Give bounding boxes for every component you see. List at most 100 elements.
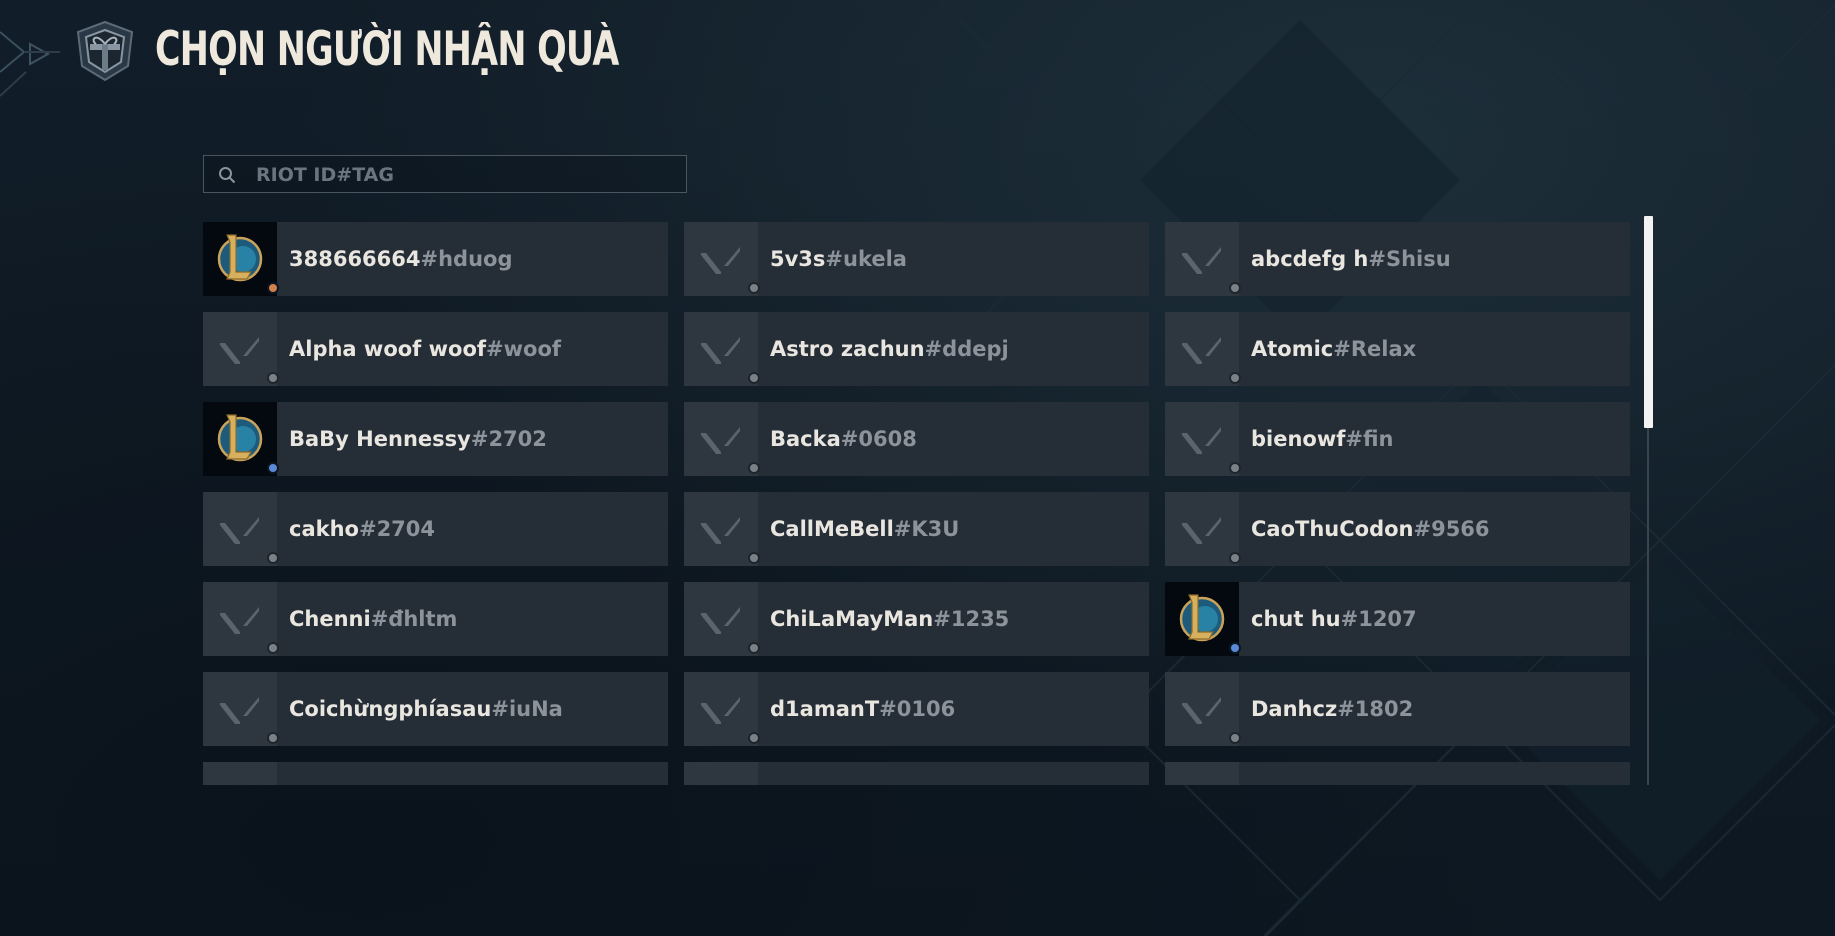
friend-card[interactable]: Backa#0608 <box>684 402 1149 476</box>
valorant-icon <box>701 247 740 274</box>
game-name: chut hu <box>1251 607 1341 631</box>
game-name: Backa <box>770 427 841 451</box>
status-indicator <box>1229 732 1241 744</box>
tag-line: #2702 <box>470 427 547 451</box>
avatar <box>203 762 277 785</box>
tag-line: #K3U <box>893 517 960 541</box>
avatar <box>684 312 758 386</box>
scrollbar[interactable] <box>1643 216 1654 785</box>
friend-card[interactable]: Astro zachun#ddepj <box>684 312 1149 386</box>
friend-name: Atomic#Relax <box>1251 312 1416 386</box>
friend-card[interactable] <box>684 762 1149 785</box>
header: CHỌN NGƯỜI NHẬN QUÀ <box>0 0 900 110</box>
page-title: CHỌN NGƯỜI NHẬN QUÀ <box>155 22 619 77</box>
league-of-legends-icon <box>217 414 263 462</box>
friend-card[interactable]: 5v3s#ukela <box>684 222 1149 296</box>
tag-line: #ukela <box>825 247 907 271</box>
valorant-icon <box>220 337 259 364</box>
friend-name: 388666664#hduog <box>289 222 513 296</box>
game-name: BaBy Hennessy <box>289 427 471 451</box>
status-indicator <box>1229 462 1241 474</box>
game-name: Coichừngphíasau <box>289 697 492 721</box>
game-name: bienowf <box>1251 427 1346 451</box>
valorant-icon <box>701 697 740 724</box>
game-name: 5v3s <box>770 247 826 271</box>
game-name: cakho <box>289 517 359 541</box>
avatar <box>1165 672 1239 746</box>
friend-name: Astro zachun#ddepj <box>770 312 1009 386</box>
tag-line: #0608 <box>840 427 917 451</box>
avatar <box>684 672 758 746</box>
friend-card[interactable]: Danhcz#1802 <box>1165 672 1630 746</box>
back-button[interactable] <box>0 22 62 102</box>
friend-card[interactable]: BaBy Hennessy#2702 <box>203 402 668 476</box>
game-name: ChiLaMayMan <box>770 607 934 631</box>
tag-line: #hduog <box>420 247 513 271</box>
avatar <box>1165 492 1239 566</box>
friend-name: BaBy Hennessy#2702 <box>289 402 547 476</box>
scroll-thumb[interactable] <box>1644 216 1653 428</box>
tag-line: #iuNa <box>491 697 563 721</box>
friend-card[interactable]: Chenni#đhltm <box>203 582 668 656</box>
tag-line: #đhltm <box>370 607 458 631</box>
game-name: 388666664 <box>289 247 421 271</box>
status-indicator <box>748 552 760 564</box>
avatar <box>684 222 758 296</box>
valorant-icon <box>220 607 259 634</box>
avatar <box>203 312 277 386</box>
valorant-icon <box>701 607 740 634</box>
avatar <box>1165 762 1239 785</box>
friend-card[interactable]: bienowf#fin <box>1165 402 1630 476</box>
game-name: Atomic <box>1251 337 1334 361</box>
status-indicator <box>748 282 760 294</box>
friend-name: Chenni#đhltm <box>289 582 457 656</box>
search-box[interactable] <box>203 155 687 194</box>
friend-card[interactable]: d1amanT#0106 <box>684 672 1149 746</box>
avatar <box>684 762 758 785</box>
tag-line: #9566 <box>1413 517 1490 541</box>
status-indicator <box>267 552 279 564</box>
chevron-left-icon <box>0 31 60 97</box>
friend-name: CallMeBell#K3U <box>770 492 959 566</box>
friend-card[interactable]: cakho#2704 <box>203 492 668 566</box>
avatar <box>1165 582 1239 656</box>
friend-card[interactable]: CallMeBell#K3U <box>684 492 1149 566</box>
friend-card[interactable] <box>1165 762 1630 785</box>
valorant-icon <box>220 697 259 724</box>
avatar <box>684 492 758 566</box>
tag-line: #1207 <box>1340 607 1417 631</box>
valorant-icon <box>203 762 277 785</box>
status-indicator <box>748 372 760 384</box>
friend-name: bienowf#fin <box>1251 402 1394 476</box>
status-indicator <box>1229 552 1241 564</box>
game-name: d1amanT <box>770 697 880 721</box>
game-name: Chenni <box>289 607 371 631</box>
friend-card[interactable]: 388666664#hduog <box>203 222 668 296</box>
game-name: Danhcz <box>1251 697 1338 721</box>
search-icon <box>219 167 236 184</box>
valorant-icon <box>701 517 740 544</box>
game-name: Alpha woof woof <box>289 337 487 361</box>
friend-card[interactable]: Atomic#Relax <box>1165 312 1630 386</box>
friend-name: Coichừngphíasau#iuNa <box>289 672 563 746</box>
friend-card[interactable]: ChiLaMayMan#1235 <box>684 582 1149 656</box>
valorant-icon <box>701 337 740 364</box>
friend-card[interactable]: Alpha woof woof#woof <box>203 312 668 386</box>
valorant-icon <box>1165 762 1239 785</box>
tag-line: #0106 <box>879 697 956 721</box>
friend-card[interactable]: chut hu#1207 <box>1165 582 1630 656</box>
valorant-icon <box>1182 247 1221 274</box>
tag-line: #fin <box>1345 427 1394 451</box>
friend-card[interactable]: abcdefg h#Shisu <box>1165 222 1630 296</box>
friend-name: Backa#0608 <box>770 402 917 476</box>
avatar <box>684 402 758 476</box>
avatar <box>203 402 277 476</box>
tag-line: #Shisu <box>1368 247 1451 271</box>
tag-line: #Relax <box>1333 337 1417 361</box>
friend-card[interactable] <box>203 762 668 785</box>
avatar <box>1165 222 1239 296</box>
friend-card[interactable]: CaoThuCodon#9566 <box>1165 492 1630 566</box>
search-input[interactable] <box>254 156 678 194</box>
friend-card[interactable]: Coichừngphíasau#iuNa <box>203 672 668 746</box>
friend-name: Alpha woof woof#woof <box>289 312 561 386</box>
